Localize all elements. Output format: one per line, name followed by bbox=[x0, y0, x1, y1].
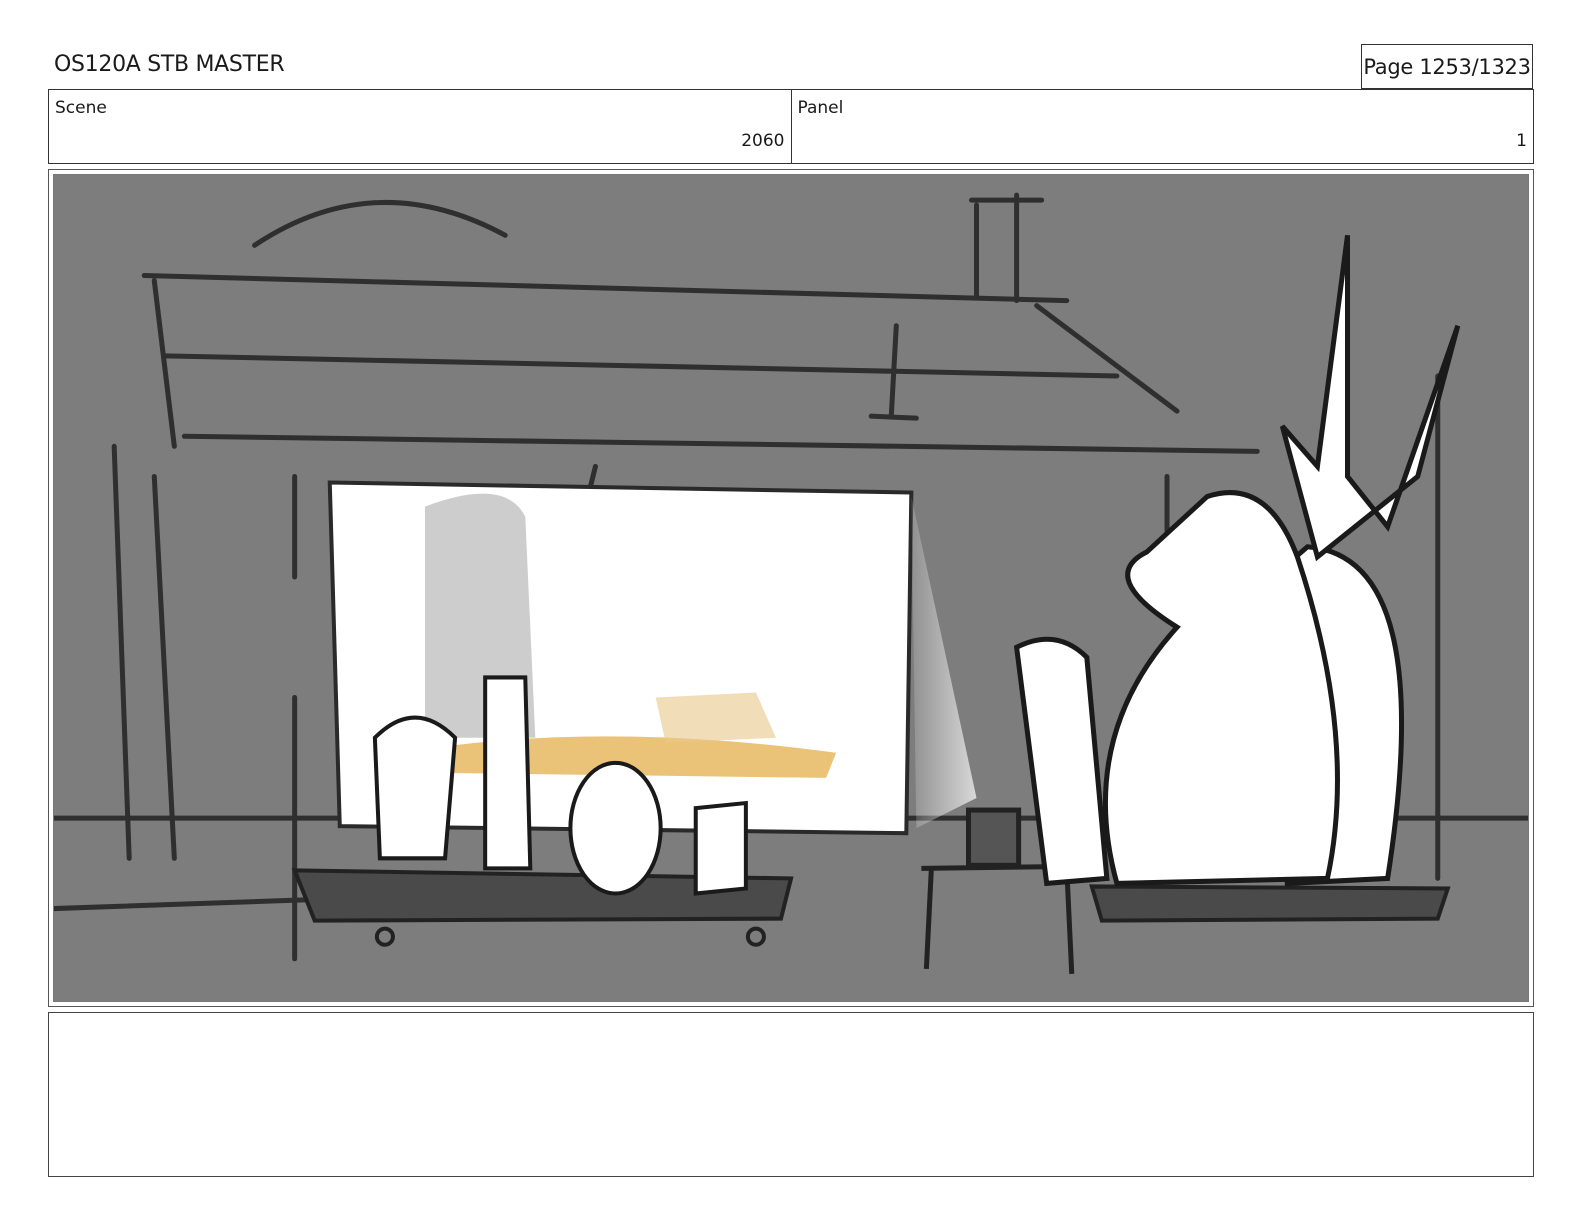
panel-cell: Panel 1 bbox=[790, 90, 1534, 163]
page-indicator: Page 1253/1323 bbox=[1361, 44, 1533, 89]
storyboard-panel bbox=[48, 169, 1534, 1007]
scene-label: Scene bbox=[55, 98, 107, 118]
document-title: OS120A STB MASTER bbox=[54, 52, 285, 77]
scene-panel-info-row: Scene 2060 Panel 1 bbox=[48, 89, 1534, 164]
right-platform bbox=[1089, 884, 1451, 923]
storyboard-sketch bbox=[53, 174, 1529, 1002]
panel-notes-area bbox=[48, 1012, 1534, 1177]
scene-cell: Scene 2060 bbox=[49, 90, 791, 163]
panel-label: Panel bbox=[797, 98, 844, 118]
scene-number: 2060 bbox=[741, 131, 785, 151]
panel-number: 1 bbox=[1516, 131, 1527, 151]
